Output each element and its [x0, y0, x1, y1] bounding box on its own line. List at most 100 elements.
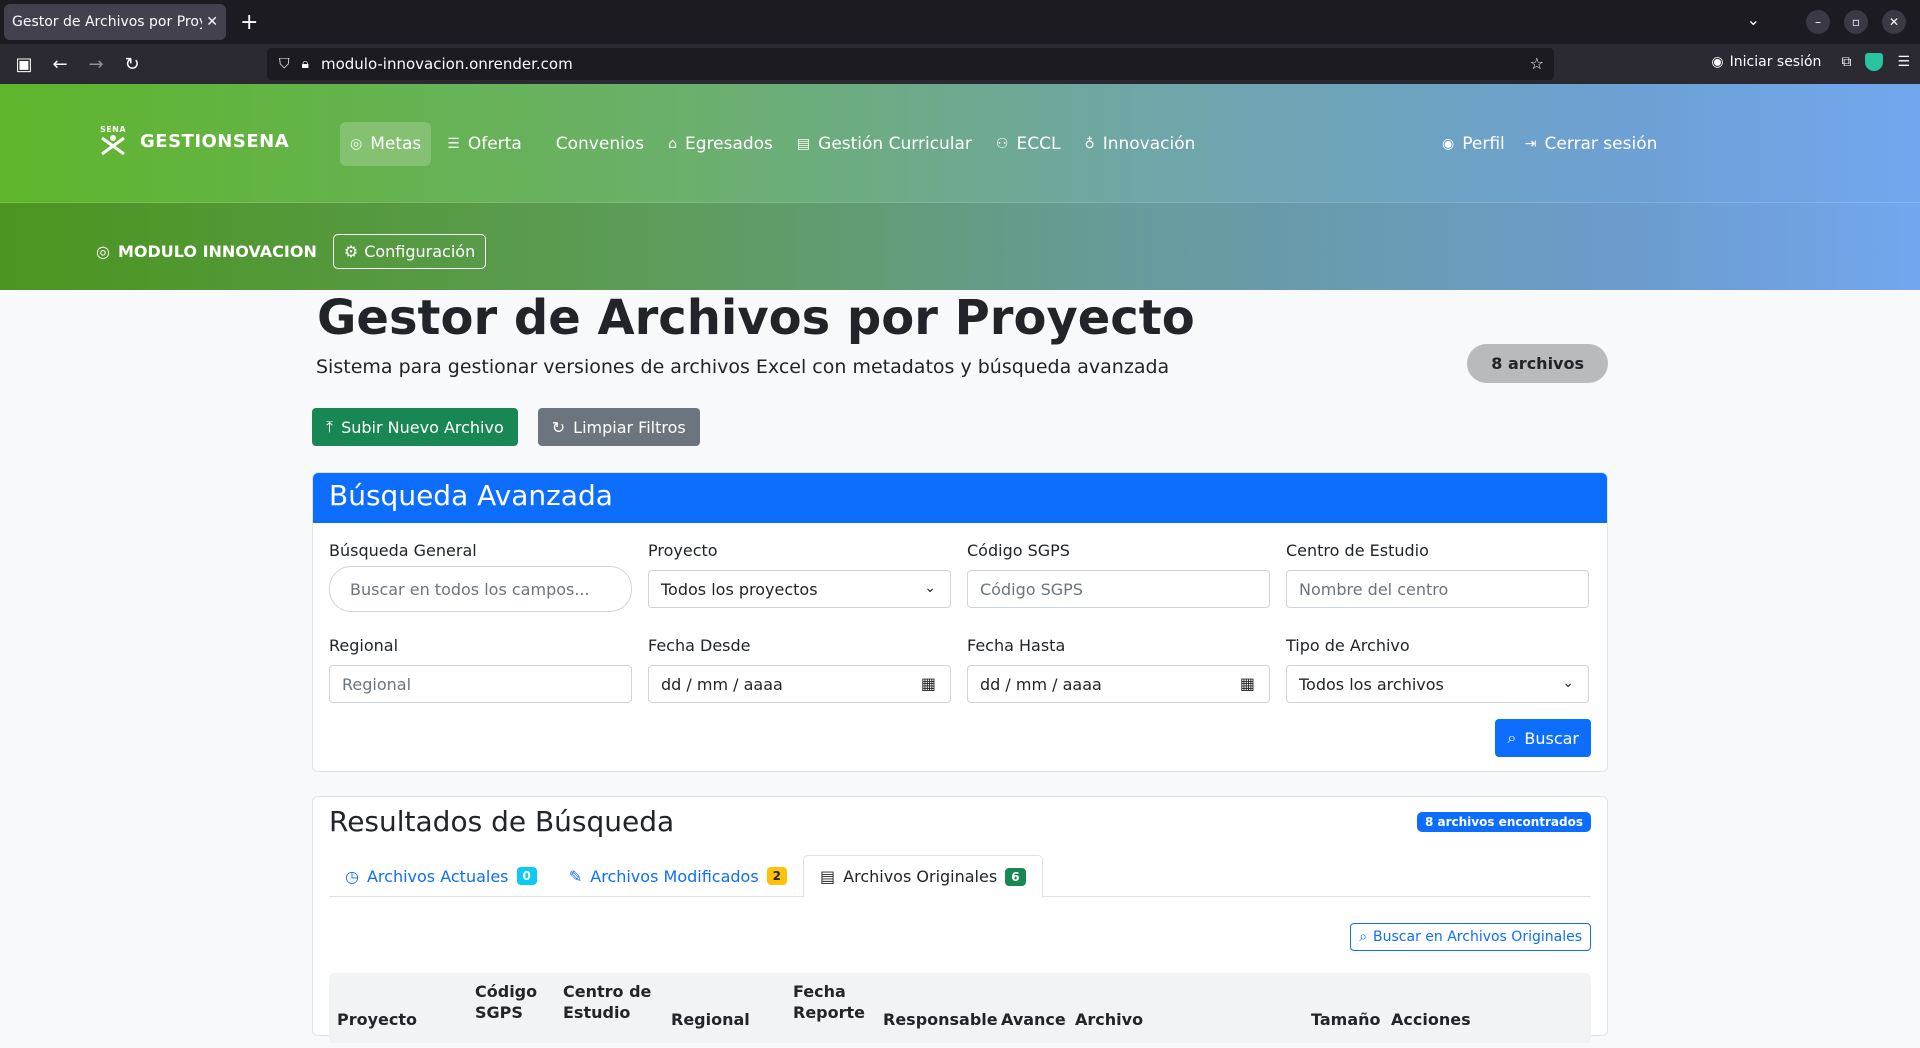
col-report-date[interactable]: Fecha Reporte [793, 981, 865, 1023]
logout-link[interactable]: ⇥ Cerrar sesión [1515, 122, 1668, 166]
col-center[interactable]: Centro de Estudio [563, 981, 653, 1023]
logout-icon: ⇥ [1524, 136, 1537, 152]
account-icon: ◉ [1711, 54, 1724, 70]
menu-item-metas[interactable]: ◎ Metas [340, 122, 432, 166]
col-project[interactable]: Proyecto [337, 1009, 417, 1030]
url-text: modulo-innovacion.onrender.com [320, 55, 573, 73]
search-originals-button[interactable]: ⌕ Buscar en Archivos Originales [1350, 923, 1591, 951]
target-icon: ◎ [350, 136, 363, 152]
svg-text:SENA: SENA [100, 125, 126, 134]
col-progress[interactable]: Avance [1001, 1009, 1066, 1030]
profile-label: Perfil [1462, 134, 1505, 154]
menu-item-eccl[interactable]: ⚇ ECCL [986, 122, 1071, 166]
placeholder: Código SGPS [980, 579, 1083, 599]
shield-extension-icon[interactable] [1865, 53, 1884, 71]
field-label: Búsqueda General [329, 541, 477, 560]
results-table-header: Proyecto Código SGPS Centro de Estudio R… [329, 973, 1591, 1043]
project-field: Proyecto Todos los proyectos ⌄ [648, 541, 951, 612]
menu-item-egresados[interactable]: ⌂ Egresados [658, 122, 783, 166]
field-label: Tipo de Archivo [1286, 636, 1410, 655]
menu-label: Gestión Curricular [818, 134, 972, 154]
new-tab-button[interactable]: + [240, 10, 258, 35]
module-subbar: ◎ MODULO INNOVACION ⚙ Configuración [96, 234, 487, 269]
user-circle-icon: ◉ [1442, 136, 1455, 152]
advanced-search-title: Búsqueda Avanzada [313, 473, 1607, 523]
calendar-icon[interactable]: ▦ [1240, 674, 1255, 693]
sgps-input[interactable]: Código SGPS [967, 570, 1270, 608]
tab-current-files[interactable]: ◷ Archivos Actuales 0 [329, 855, 553, 897]
col-actions[interactable]: Acciones [1391, 1009, 1471, 1030]
file-count-badge: 8 archivos [1467, 344, 1608, 383]
field-label: Centro de Estudio [1286, 541, 1429, 560]
col-file[interactable]: Archivo [1075, 1009, 1143, 1030]
field-label: Código SGPS [967, 541, 1070, 560]
clear-label: Limpiar Filtros [573, 417, 686, 437]
menu-label: Metas [370, 134, 422, 154]
url-bar[interactable]: ⛉ 🔒︎ modulo-innovacion.onrender.com ☆ [267, 48, 1554, 80]
browser-nav-right: ◉ Iniciar sesión ⧉ ☰ [1705, 50, 1910, 74]
col-regional[interactable]: Regional [671, 1009, 750, 1030]
browser-navbar: ▣ ← → ↻ ⛉ 🔒︎ modulo-innovacion.onrender.… [0, 44, 1920, 84]
logout-label: Cerrar sesión [1544, 134, 1658, 154]
placeholder: dd / mm / aaaa [661, 674, 783, 694]
menu-item-gestion-curricular[interactable]: ▤ Gestión Curricular [787, 122, 982, 166]
menu-label: Convenios [555, 134, 645, 154]
date-from-input[interactable]: dd / mm / aaaa ▦ [648, 665, 951, 703]
config-button[interactable]: ⚙ Configuración [332, 234, 487, 269]
field-label: Regional [329, 636, 399, 655]
site-top-nav: SENA GESTIONSENA ◎ Metas ☰ Oferta Conven… [0, 84, 1920, 203]
calendar-icon[interactable]: ▦ [921, 674, 936, 693]
browser-tab[interactable]: Gestor de Archivos por Proyecto ✕ [4, 4, 226, 40]
placeholder: dd / mm / aaaa [980, 674, 1102, 694]
clock-icon: ◷ [345, 866, 359, 886]
close-window-icon[interactable]: ✕ [1882, 10, 1906, 34]
menu-label: Innovación [1102, 134, 1196, 154]
chevron-down-icon: ⌄ [924, 580, 936, 596]
general-search-input[interactable]: Buscar en todos los campos... [329, 566, 632, 612]
search-button-label: Buscar [1524, 728, 1579, 748]
col-responsible[interactable]: Responsable [883, 1009, 998, 1030]
clear-filters-button[interactable]: ↻ Limpiar Filtros [537, 408, 700, 446]
profile-link[interactable]: ◉ Perfil [1432, 122, 1515, 166]
menu-item-convenios[interactable]: Convenios [538, 122, 654, 166]
back-icon[interactable]: ← [42, 54, 78, 75]
graduation-cap-icon: ⌂ [668, 136, 677, 152]
upload-icon: ⤒ [326, 417, 334, 436]
field-label: Proyecto [648, 541, 718, 560]
general-search-field: Búsqueda General Buscar en todos los cam… [329, 541, 632, 612]
search-button[interactable]: ⌕ Buscar [1495, 719, 1591, 757]
select-value: Todos los proyectos [661, 579, 818, 599]
project-select[interactable]: Todos los proyectos ⌄ [648, 570, 951, 608]
star-icon[interactable]: ☆ [1530, 54, 1544, 73]
extensions-icon[interactable]: ⧉ [1841, 54, 1851, 70]
count-badge: 0 [516, 867, 537, 885]
col-sgps[interactable]: Código SGPS [475, 981, 537, 1023]
module-name: ◎ MODULO INNOVACION [96, 242, 317, 261]
tab-original-files[interactable]: ▤ Archivos Originales 6 [803, 855, 1043, 898]
forward-icon[interactable]: → [78, 54, 114, 75]
menu-item-innovacion[interactable]: ♁ Innovación [1074, 122, 1205, 166]
hamburger-menu-icon[interactable]: ☰ [1897, 54, 1910, 70]
upload-file-button[interactable]: ⤒ Subir Nuevo Archivo [312, 408, 518, 446]
tab-modified-files[interactable]: ✎ Archivos Modificados 2 [553, 855, 803, 897]
search-form: Búsqueda General Buscar en todos los cam… [313, 523, 1607, 771]
brand[interactable]: SENA GESTIONSENA [96, 124, 289, 158]
col-size[interactable]: Tamaño [1311, 1009, 1381, 1030]
file-type-select[interactable]: Todos los archivos ⌄ [1286, 665, 1589, 703]
menu-item-oferta[interactable]: ☰ Oferta [437, 122, 531, 166]
chevron-down-icon[interactable]: ⌄ [1747, 10, 1760, 29]
regional-input[interactable]: Regional [329, 665, 632, 703]
date-to-input[interactable]: dd / mm / aaaa ▦ [967, 665, 1270, 703]
module-name-label: MODULO INNOVACION [117, 242, 317, 261]
center-input[interactable]: Nombre del centro [1286, 570, 1589, 608]
reload-icon[interactable]: ↻ [114, 54, 150, 75]
list-icon: ☰ [447, 136, 460, 152]
minimize-icon[interactable]: – [1806, 10, 1830, 34]
sidebar-icon[interactable]: ▣ [6, 54, 42, 75]
signin-button[interactable]: ◉ Iniciar sesión [1705, 50, 1827, 74]
tab-label: Archivos Actuales [366, 866, 509, 886]
restore-icon[interactable]: ▫ [1844, 10, 1868, 34]
gear-icon: ⚙ [343, 242, 359, 261]
close-icon[interactable]: ✕ [206, 14, 218, 30]
placeholder: Buscar en todos los campos... [350, 579, 590, 599]
